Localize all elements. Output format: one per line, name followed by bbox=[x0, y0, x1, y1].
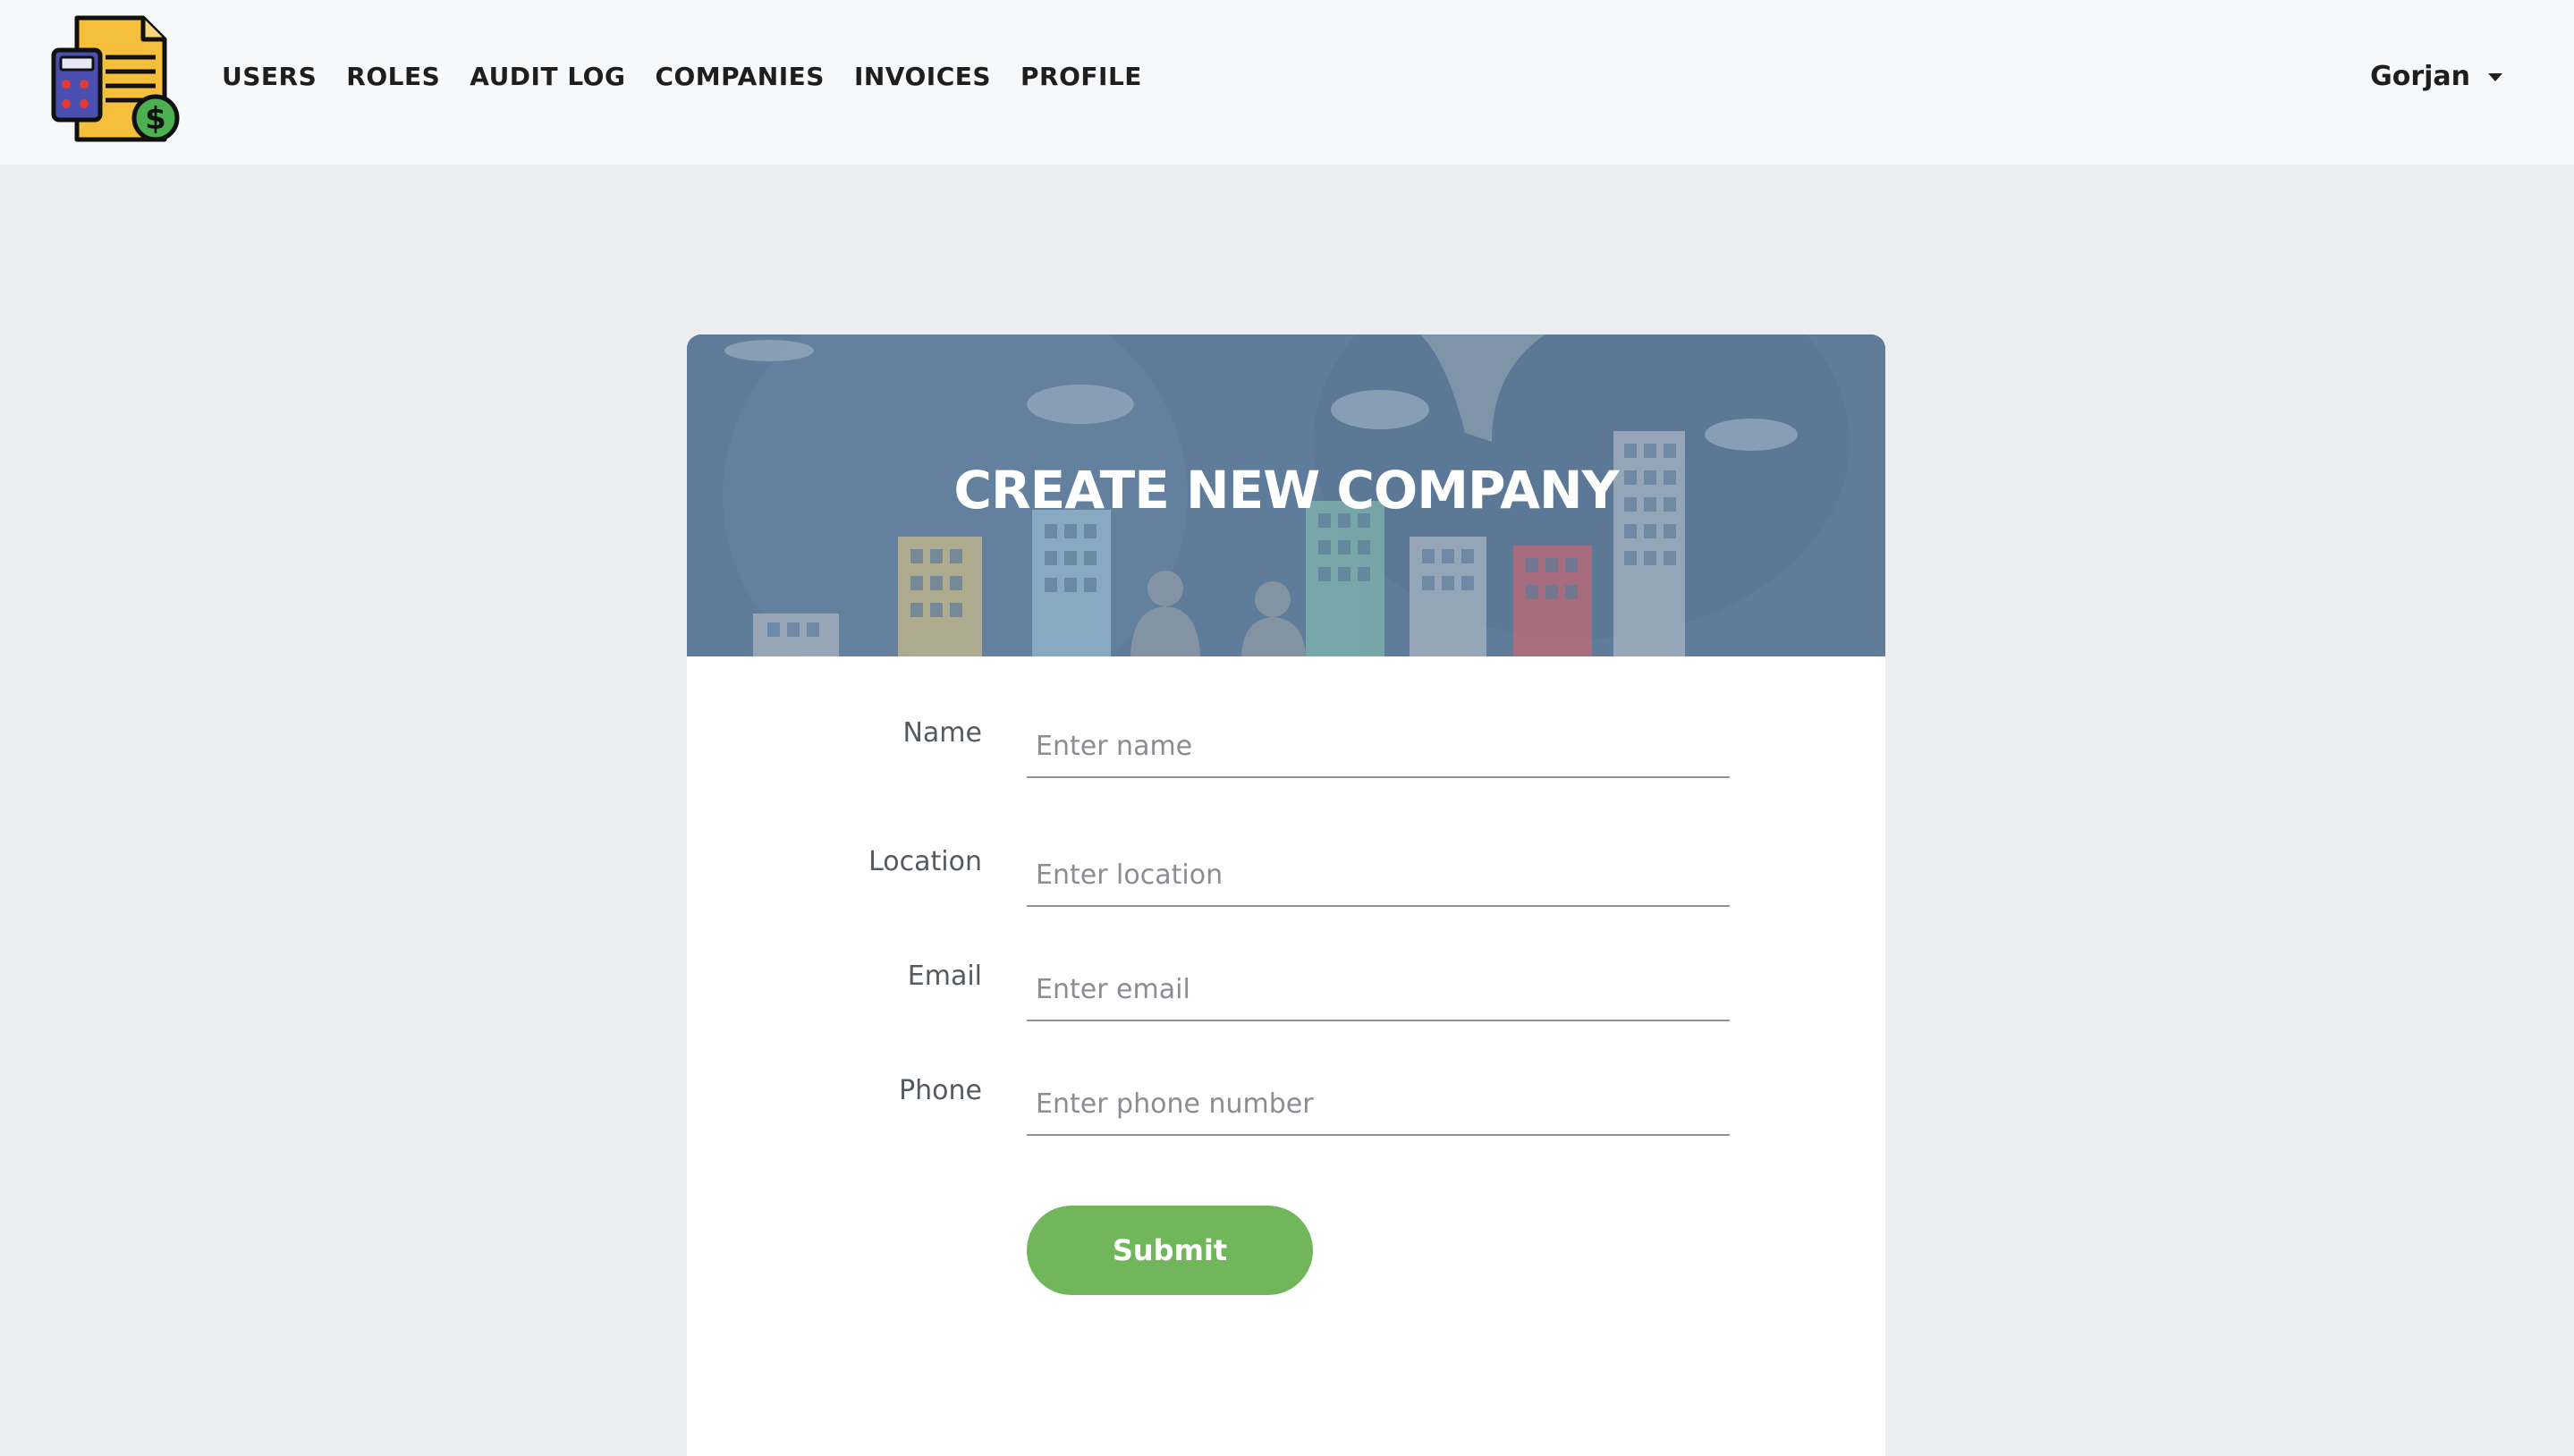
name-label: Name bbox=[902, 717, 982, 749]
top-navbar: $ USERS ROLES AUDIT LOG COMPANIES INVOIC… bbox=[0, 0, 2574, 165]
nav-users[interactable]: USERS bbox=[222, 61, 317, 93]
user-menu-dropdown[interactable]: Gorjan bbox=[2370, 61, 2502, 93]
user-name: Gorjan bbox=[2370, 61, 2470, 92]
name-input[interactable] bbox=[1027, 689, 1730, 778]
caret-down-icon bbox=[2488, 72, 2502, 81]
main-nav: USERS ROLES AUDIT LOG COMPANIES INVOICES… bbox=[222, 61, 1172, 93]
invoice-calculator-logo-icon[interactable]: $ bbox=[50, 14, 182, 145]
email-input[interactable] bbox=[1027, 932, 1730, 1021]
submit-button[interactable]: Submit bbox=[1027, 1206, 1313, 1295]
form-row-email: Email bbox=[687, 932, 1885, 1021]
form-row-name: Name bbox=[687, 689, 1885, 778]
nav-roles[interactable]: ROLES bbox=[346, 61, 440, 93]
phone-label: Phone bbox=[899, 1075, 982, 1106]
svg-text:$: $ bbox=[145, 101, 166, 137]
nav-companies[interactable]: COMPANIES bbox=[655, 61, 824, 93]
create-company-card: CREATE NEW COMPANY Name Location Email P… bbox=[687, 334, 1885, 1456]
email-label: Email bbox=[907, 961, 982, 992]
location-label: Location bbox=[868, 846, 982, 877]
page-title: CREATE NEW COMPANY bbox=[953, 460, 1619, 521]
phone-input[interactable] bbox=[1027, 1046, 1730, 1136]
location-input[interactable] bbox=[1027, 817, 1730, 907]
card-banner: CREATE NEW COMPANY bbox=[687, 334, 1885, 656]
nav-invoices[interactable]: INVOICES bbox=[854, 61, 991, 93]
form-row-phone: Phone bbox=[687, 1046, 1885, 1136]
nav-audit-log[interactable]: AUDIT LOG bbox=[470, 61, 625, 93]
form-row-location: Location bbox=[687, 817, 1885, 907]
nav-profile[interactable]: PROFILE bbox=[1020, 61, 1142, 93]
